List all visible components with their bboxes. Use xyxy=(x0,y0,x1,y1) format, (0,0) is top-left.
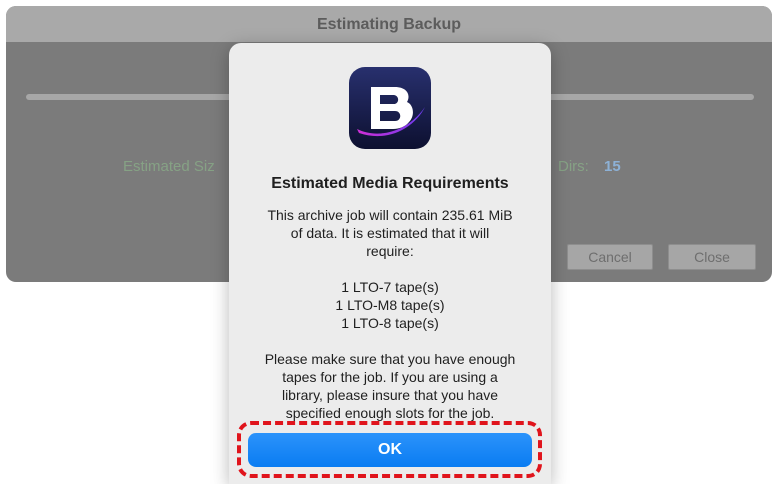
estimated-size-label: Estimated Siz xyxy=(123,158,215,175)
message-line: This archive job will contain 235.61 MiB xyxy=(267,207,513,223)
alert-message: This archive job will contain 235.61 MiB… xyxy=(247,206,533,422)
note-line: specified enough slots for the job. xyxy=(285,405,495,421)
alert-title: Estimated Media Requirements xyxy=(271,175,509,192)
bru-app-icon xyxy=(349,67,431,149)
message-line: require: xyxy=(366,243,414,259)
note-line: library, please insure that you have xyxy=(281,387,499,403)
note-line: Please make sure that you have enough xyxy=(264,351,516,367)
tape-requirement: 1 LTO-7 tape(s) xyxy=(341,279,439,295)
dirs-label: Dirs: xyxy=(558,158,589,175)
dirs-value: 15 xyxy=(604,158,621,175)
message-line: of data. It is estimated that it will xyxy=(290,225,490,241)
tape-requirement: 1 LTO-M8 tape(s) xyxy=(335,297,445,313)
close-button[interactable]: Close xyxy=(668,244,756,270)
tape-requirement: 1 LTO-8 tape(s) xyxy=(341,315,439,331)
window-title: Estimating Backup xyxy=(6,6,772,42)
note-line: tapes for the job. If you are using a xyxy=(282,369,498,385)
ok-button[interactable]: OK xyxy=(248,433,532,467)
screen: Estimating Backup Estimated Siz Dirs: 15… xyxy=(0,0,772,484)
cancel-button[interactable]: Cancel xyxy=(567,244,653,270)
media-requirements-alert: Estimated Media Requirements This archiv… xyxy=(229,43,551,484)
